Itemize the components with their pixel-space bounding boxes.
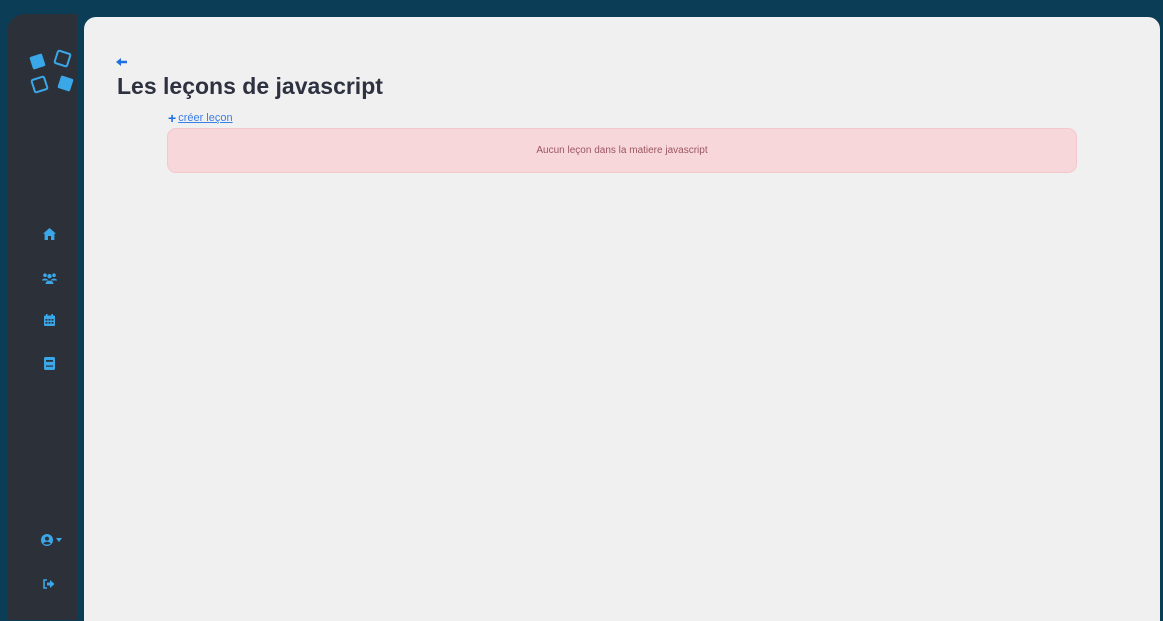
logout-button[interactable] <box>41 576 57 592</box>
logo-icon <box>29 49 74 94</box>
nav-calendar[interactable] <box>41 312 57 328</box>
plus-icon: + <box>168 110 177 126</box>
book-icon <box>43 356 55 370</box>
calendar-icon <box>43 314 55 326</box>
nav-home[interactable] <box>41 226 57 242</box>
home-icon <box>42 228 56 240</box>
nav-users[interactable] <box>41 270 57 286</box>
empty-state-alert: Aucun leçon dans la matiere javascript <box>167 128 1077 173</box>
page-title: Les leçons de javascript <box>117 73 383 99</box>
caret-down-icon <box>55 538 62 542</box>
users-icon <box>41 272 57 284</box>
logout-icon <box>43 579 55 589</box>
sidebar <box>7 14 77 620</box>
create-lesson-label[interactable]: créer leçon <box>178 111 232 125</box>
user-account-menu[interactable] <box>39 532 63 548</box>
app-window: Les leçons de javascript + créer leçon A… <box>0 0 1163 621</box>
user-account-icon <box>40 534 53 546</box>
main-content <box>84 17 1160 621</box>
empty-state-message: Aucun leçon dans la matiere javascript <box>536 145 708 156</box>
create-lesson-link[interactable]: + créer leçon <box>168 111 233 125</box>
nav-lessons[interactable] <box>41 355 57 371</box>
back-arrow-icon[interactable] <box>116 57 130 67</box>
